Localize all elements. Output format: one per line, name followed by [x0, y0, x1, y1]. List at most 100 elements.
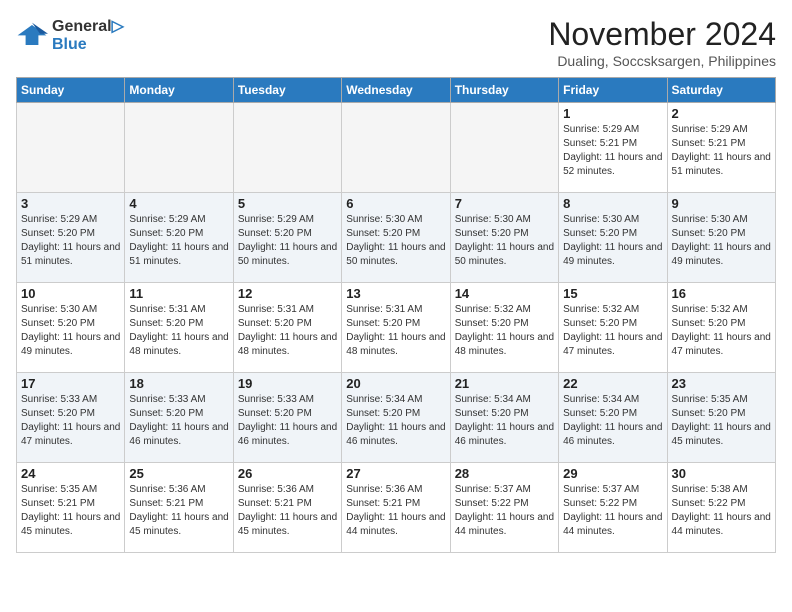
calendar-cell: 29 Sunrise: 5:37 AMSunset: 5:22 PMDayligh…	[559, 463, 667, 553]
day-number: 3	[21, 196, 120, 211]
day-info: Sunrise: 5:36 AMSunset: 5:21 PMDaylight:…	[238, 483, 337, 539]
day-info: Sunrise: 5:30 AMSunset: 5:20 PMDaylight:…	[21, 303, 120, 359]
calendar-cell: 24Sunrise: 5:35 AMSunset: 5:21 PMDayligh…	[17, 463, 125, 553]
day-info: Sunrise: 5:31 AMSunset: 5:20 PMDaylight:…	[238, 303, 337, 359]
day-info: Sunrise: 5:32 AMSunset: 5:20 PMDaylight:…	[455, 303, 554, 359]
day-number: 19	[238, 376, 337, 391]
calendar-cell: 18 Sunrise: 5:33 AMSunset: 5:20 PMDayligh…	[125, 373, 233, 463]
logo-icon	[16, 21, 48, 49]
day-number: 20	[346, 376, 445, 391]
day-number: 21	[455, 376, 554, 391]
calendar-cell: 9Sunrise: 5:30 AMSunset: 5:20 PMDaylight…	[667, 193, 775, 283]
calendar-cell: 11 Sunrise: 5:31 AMSunset: 5:20 PMDayligh…	[125, 283, 233, 373]
calendar-cell: 1 Sunrise: 5:29 AMSunset: 5:21 PMDaylight…	[559, 103, 667, 193]
day-info: Sunrise: 5:29 AMSunset: 5:21 PMDaylight:…	[672, 123, 771, 179]
day-number: 18	[129, 376, 228, 391]
calendar-cell: 6 Sunrise: 5:30 AMSunset: 5:20 PMDaylight…	[342, 193, 450, 283]
calendar-cell: 3 Sunrise: 5:29 AMSunset: 5:20 PMDaylight…	[17, 193, 125, 283]
calendar-cell: 5 Sunrise: 5:29 AMSunset: 5:20 PMDaylight…	[233, 193, 341, 283]
day-number: 15	[563, 286, 662, 301]
day-number: 2	[672, 106, 771, 121]
day-number: 6	[346, 196, 445, 211]
weekday-header: Friday	[559, 78, 667, 103]
calendar-cell: 15 Sunrise: 5:32 AMSunset: 5:20 PMDayligh…	[559, 283, 667, 373]
calendar-week-row: 24Sunrise: 5:35 AMSunset: 5:21 PMDayligh…	[17, 463, 776, 553]
calendar-cell: 28 Sunrise: 5:37 AMSunset: 5:22 PMDayligh…	[450, 463, 558, 553]
day-info: Sunrise: 5:34 AMSunset: 5:20 PMDaylight:…	[455, 393, 554, 449]
calendar-cell: 26Sunrise: 5:36 AMSunset: 5:21 PMDayligh…	[233, 463, 341, 553]
weekday-header: Tuesday	[233, 78, 341, 103]
calendar-cell: 14 Sunrise: 5:32 AMSunset: 5:20 PMDayligh…	[450, 283, 558, 373]
day-info: Sunrise: 5:29 AMSunset: 5:20 PMDaylight:…	[129, 213, 228, 269]
day-number: 11	[129, 286, 228, 301]
calendar-cell: 25 Sunrise: 5:36 AMSunset: 5:21 PMDayligh…	[125, 463, 233, 553]
day-info: Sunrise: 5:29 AMSunset: 5:20 PMDaylight:…	[238, 213, 337, 269]
weekday-header-row: SundayMondayTuesdayWednesdayThursdayFrid…	[17, 78, 776, 103]
calendar-cell: 23 Sunrise: 5:35 AMSunset: 5:20 PMDayligh…	[667, 373, 775, 463]
weekday-header: Wednesday	[342, 78, 450, 103]
day-info: Sunrise: 5:36 AMSunset: 5:21 PMDaylight:…	[346, 483, 445, 539]
day-info: Sunrise: 5:38 AMSunset: 5:22 PMDaylight:…	[672, 483, 771, 539]
calendar-cell	[17, 103, 125, 193]
day-number: 24	[21, 466, 120, 481]
title-area: November 2024 Dualing, Soccsksargen, Phi…	[548, 16, 776, 69]
weekday-header: Sunday	[17, 78, 125, 103]
calendar-cell: 2 Sunrise: 5:29 AMSunset: 5:21 PMDaylight…	[667, 103, 775, 193]
calendar-cell: 16Sunrise: 5:32 AMSunset: 5:20 PMDayligh…	[667, 283, 775, 373]
day-info: Sunrise: 5:30 AMSunset: 5:20 PMDaylight:…	[455, 213, 554, 269]
calendar-cell: 10 Sunrise: 5:30 AMSunset: 5:20 PMDayligh…	[17, 283, 125, 373]
day-info: Sunrise: 5:30 AMSunset: 5:20 PMDaylight:…	[563, 213, 662, 269]
calendar-cell: 7 Sunrise: 5:30 AMSunset: 5:20 PMDaylight…	[450, 193, 558, 283]
day-number: 4	[129, 196, 228, 211]
day-info: Sunrise: 5:30 AMSunset: 5:20 PMDaylight:…	[346, 213, 445, 269]
day-number: 10	[21, 286, 120, 301]
day-info: Sunrise: 5:33 AMSunset: 5:20 PMDaylight:…	[21, 393, 120, 449]
calendar-cell: 27 Sunrise: 5:36 AMSunset: 5:21 PMDayligh…	[342, 463, 450, 553]
calendar-cell: 22 Sunrise: 5:34 AMSunset: 5:20 PMDayligh…	[559, 373, 667, 463]
day-info: Sunrise: 5:36 AMSunset: 5:21 PMDaylight:…	[129, 483, 228, 539]
day-number: 29	[563, 466, 662, 481]
day-info: Sunrise: 5:32 AMSunset: 5:20 PMDaylight:…	[672, 303, 771, 359]
calendar-cell: 17 Sunrise: 5:33 AMSunset: 5:20 PMDayligh…	[17, 373, 125, 463]
calendar-cell: 4 Sunrise: 5:29 AMSunset: 5:20 PMDaylight…	[125, 193, 233, 283]
logo-text: General▷ Blue	[52, 16, 124, 54]
day-number: 27	[346, 466, 445, 481]
day-number: 14	[455, 286, 554, 301]
day-info: Sunrise: 5:37 AMSunset: 5:22 PMDaylight:…	[563, 483, 662, 539]
day-info: Sunrise: 5:31 AMSunset: 5:20 PMDaylight:…	[129, 303, 228, 359]
day-number: 1	[563, 106, 662, 121]
weekday-header: Saturday	[667, 78, 775, 103]
calendar-week-row: 3 Sunrise: 5:29 AMSunset: 5:20 PMDaylight…	[17, 193, 776, 283]
day-info: Sunrise: 5:32 AMSunset: 5:20 PMDaylight:…	[563, 303, 662, 359]
day-number: 17	[21, 376, 120, 391]
calendar-cell: 19Sunrise: 5:33 AMSunset: 5:20 PMDayligh…	[233, 373, 341, 463]
day-info: Sunrise: 5:31 AMSunset: 5:20 PMDaylight:…	[346, 303, 445, 359]
day-number: 7	[455, 196, 554, 211]
calendar-cell	[233, 103, 341, 193]
day-info: Sunrise: 5:34 AMSunset: 5:20 PMDaylight:…	[563, 393, 662, 449]
logo: General▷ Blue	[16, 16, 124, 54]
day-info: Sunrise: 5:29 AMSunset: 5:20 PMDaylight:…	[21, 213, 120, 269]
day-number: 12	[238, 286, 337, 301]
day-number: 25	[129, 466, 228, 481]
day-info: Sunrise: 5:33 AMSunset: 5:20 PMDaylight:…	[129, 393, 228, 449]
day-number: 22	[563, 376, 662, 391]
calendar-cell: 12 Sunrise: 5:31 AMSunset: 5:20 PMDayligh…	[233, 283, 341, 373]
day-number: 5	[238, 196, 337, 211]
day-number: 28	[455, 466, 554, 481]
calendar-cell: 21 Sunrise: 5:34 AMSunset: 5:20 PMDayligh…	[450, 373, 558, 463]
calendar-week-row: 1 Sunrise: 5:29 AMSunset: 5:21 PMDaylight…	[17, 103, 776, 193]
day-info: Sunrise: 5:35 AMSunset: 5:20 PMDaylight:…	[672, 393, 771, 449]
calendar-week-row: 17 Sunrise: 5:33 AMSunset: 5:20 PMDayligh…	[17, 373, 776, 463]
day-info: Sunrise: 5:37 AMSunset: 5:22 PMDaylight:…	[455, 483, 554, 539]
calendar-cell	[342, 103, 450, 193]
calendar-cell: 8Sunrise: 5:30 AMSunset: 5:20 PMDaylight…	[559, 193, 667, 283]
day-number: 9	[672, 196, 771, 211]
day-number: 23	[672, 376, 771, 391]
day-number: 30	[672, 466, 771, 481]
calendar-table: SundayMondayTuesdayWednesdayThursdayFrid…	[16, 77, 776, 553]
day-info: Sunrise: 5:29 AMSunset: 5:21 PMDaylight:…	[563, 123, 662, 179]
calendar-cell	[125, 103, 233, 193]
month-title: November 2024	[548, 16, 776, 53]
day-number: 13	[346, 286, 445, 301]
